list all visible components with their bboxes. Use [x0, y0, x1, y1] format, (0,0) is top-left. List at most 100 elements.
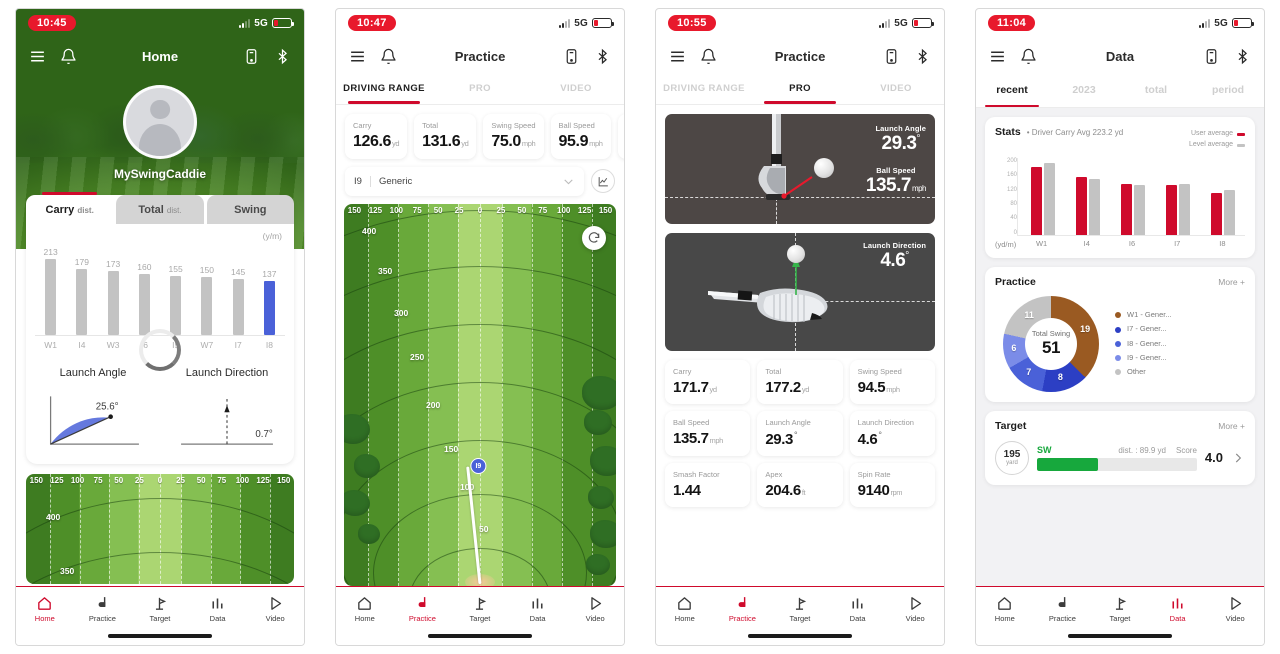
tab-pro[interactable]: PRO	[752, 75, 848, 104]
tab-2023[interactable]: 2023	[1048, 75, 1120, 107]
chevron-right-icon[interactable]	[1231, 451, 1245, 465]
driving-range-map[interactable]: 150 125 100 75 50 25 0 25 50 75 100 125 150 400	[344, 203, 616, 586]
metric-card: Total 177.2yd	[757, 359, 843, 404]
network-label: 5G	[894, 17, 908, 29]
app-bar: Practice	[656, 37, 944, 75]
nav-item-video[interactable]: Video	[246, 594, 304, 623]
bar	[1043, 162, 1055, 235]
chart-unit-note: (y/m)	[262, 231, 282, 241]
bluetooth-icon[interactable]	[1234, 48, 1251, 65]
device-icon[interactable]	[563, 48, 580, 65]
device-icon[interactable]	[1203, 48, 1220, 65]
metric-card: Launch Angle 29.3°	[757, 410, 843, 456]
metric-unit: mph	[886, 384, 900, 394]
device-icon[interactable]	[883, 48, 900, 65]
practice-card: Practice More + Total Swing 51 19 8 7 6 11	[985, 266, 1255, 402]
tab-video[interactable]: VIDEO	[528, 75, 624, 104]
hamburger-icon[interactable]	[669, 48, 686, 65]
hamburger-icon[interactable]	[989, 48, 1006, 65]
range-tick-label: 125	[368, 205, 383, 215]
range-map-preview[interactable]: 150 125 100 75 50 25 0 25 50 75 100 125 150 400 350	[26, 474, 294, 584]
donut-legend-item: W1 - Gener...	[1115, 308, 1245, 322]
target-distance-value: 195	[1003, 448, 1021, 460]
legend-label: I7 - Gener...	[1127, 324, 1167, 334]
bluetooth-icon[interactable]	[274, 48, 291, 65]
bell-icon[interactable]	[60, 48, 77, 65]
device-icon[interactable]	[243, 48, 260, 65]
bottom-navigation: Home Practice Target Data Video	[16, 586, 304, 627]
target-more-button[interactable]: More +	[1218, 421, 1245, 431]
nav-item-practice[interactable]: Practice	[74, 594, 132, 623]
bell-icon[interactable]	[380, 48, 397, 65]
range-field: 150 125 100 75 50 25 0 25 50 75 100 125 150 400	[344, 203, 616, 586]
phone-4-data: 11:04 5G Data recent 2023 total period S…	[960, 0, 1280, 654]
tab-recent[interactable]: recent	[976, 75, 1048, 108]
target-card: Target More + 195 yard SW dist. : 89.9 y…	[985, 410, 1255, 485]
metric-value: 177.2yd	[765, 378, 809, 396]
launch-angle-value: 25.6°	[96, 402, 119, 413]
nav-item-home[interactable]: Home	[16, 594, 74, 623]
avatar[interactable]	[123, 85, 197, 159]
range-tick-label: 25	[134, 476, 144, 485]
x-tick-label: W1	[44, 340, 57, 350]
launch-metrics-row: Launch Angle 25.6° Launch Direction 0.7°	[26, 367, 294, 456]
loading-spinner-icon	[139, 329, 181, 371]
nav-item-home[interactable]: Home	[656, 594, 714, 623]
metric-value: 1.44	[673, 481, 701, 499]
tab-pro[interactable]: PRO	[432, 75, 528, 104]
metric-card: Total 131.6yd	[414, 113, 477, 159]
tab-driving-range[interactable]: DRIVING RANGE	[336, 75, 432, 104]
nav-item-target[interactable]: Target	[1091, 594, 1149, 623]
status-bar: 11:04 5G	[976, 9, 1264, 37]
bar-value-label: 145	[231, 267, 246, 277]
nav-item-practice[interactable]: Practice	[714, 594, 772, 623]
nav-item-target[interactable]: Target	[131, 594, 189, 623]
legend-label: I9 - Gener...	[1127, 352, 1167, 362]
bell-icon[interactable]	[1020, 48, 1037, 65]
range-tick-label: 25	[496, 205, 506, 215]
shot-marker[interactable]: I9	[470, 458, 487, 474]
nav-item-data[interactable]: Data	[189, 594, 247, 623]
refresh-icon[interactable]	[582, 225, 606, 250]
nav-item-data[interactable]: Data	[1149, 594, 1207, 623]
tab-carry-dist[interactable]: Carry dist.	[26, 192, 114, 224]
range-tick-label: 50	[114, 476, 124, 485]
bluetooth-icon[interactable]	[914, 48, 931, 65]
nav-item-label: Practice	[1048, 614, 1076, 623]
nav-item-home[interactable]: Home	[976, 594, 1034, 623]
tab-swing[interactable]: Swing	[206, 195, 294, 224]
tab-period[interactable]: period	[1192, 75, 1264, 107]
nav-item-video[interactable]: Video	[1206, 594, 1264, 623]
bell-icon[interactable]	[700, 48, 717, 65]
practice-more-button[interactable]: More +	[1218, 277, 1245, 287]
nav-item-practice[interactable]: Practice	[1034, 594, 1092, 623]
hamburger-icon[interactable]	[349, 48, 366, 65]
bluetooth-icon[interactable]	[594, 48, 611, 65]
tab-total[interactable]: total	[1120, 75, 1192, 107]
ball-speed-value: 135.7mph	[865, 174, 927, 196]
practice-tabs: DRIVING RANGE PRO VIDEO	[656, 75, 944, 105]
metric-value: 171.7yd	[673, 378, 717, 396]
donut-slice-label: 8	[1057, 372, 1063, 383]
range-tick-label: 75	[412, 205, 422, 215]
hamburger-icon[interactable]	[29, 48, 46, 65]
target-row[interactable]: 195 yard SW dist. : 89.9 yd Score 4.0	[995, 440, 1245, 475]
metric-label: Launch Direction	[857, 417, 914, 427]
nav-item-target[interactable]: Target	[771, 594, 829, 623]
tab-video[interactable]: VIDEO	[848, 75, 944, 104]
nav-item-data[interactable]: Data	[829, 594, 887, 623]
nav-item-video[interactable]: Video	[886, 594, 944, 623]
nav-item-practice[interactable]: Practice	[394, 594, 452, 623]
nav-item-home[interactable]: Home	[336, 594, 394, 623]
tab-total-dist[interactable]: Total dist.	[116, 195, 204, 224]
nav-item-target[interactable]: Target	[451, 594, 509, 623]
home-icon	[336, 594, 394, 612]
tab-driving-range[interactable]: DRIVING RANGE	[656, 75, 752, 104]
club-select[interactable]: I9 Generic	[345, 166, 584, 196]
practice-tabs: DRIVING RANGE PRO VIDEO	[336, 75, 624, 105]
line-graph-icon[interactable]	[591, 169, 615, 194]
donut-legend-item: I9 - Gener...	[1115, 351, 1245, 365]
nav-item-data[interactable]: Data	[509, 594, 567, 623]
nav-item-video[interactable]: Video	[566, 594, 624, 623]
range-tick-label: 75	[93, 476, 103, 485]
